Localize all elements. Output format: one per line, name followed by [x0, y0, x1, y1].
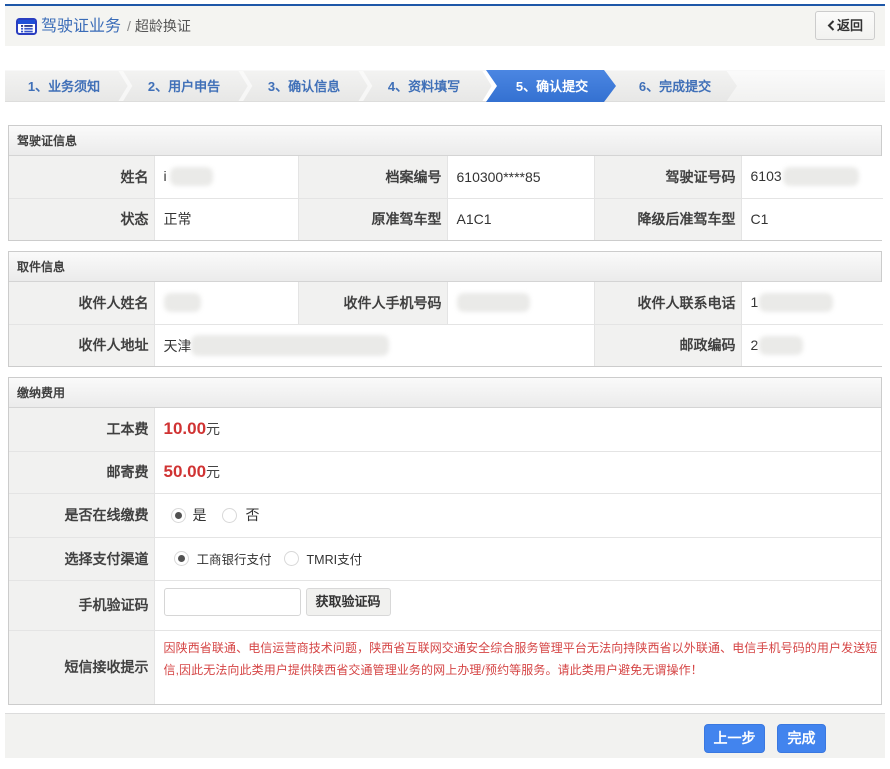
svg-text:1、业务须知: 1、业务须知 [28, 79, 100, 94]
svg-text:5、确认提交: 5、确认提交 [516, 79, 588, 94]
svg-text:2、用户申告: 2、用户申告 [148, 79, 220, 94]
svg-text:3、确认信息: 3、确认信息 [268, 79, 340, 94]
svg-text:4、资料填写: 4、资料填写 [388, 79, 460, 94]
svg-text:6、完成提交: 6、完成提交 [639, 79, 711, 94]
